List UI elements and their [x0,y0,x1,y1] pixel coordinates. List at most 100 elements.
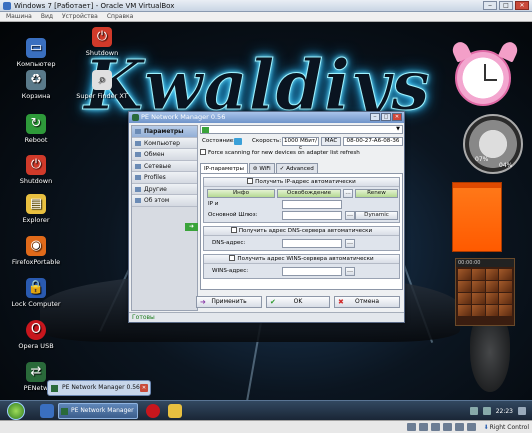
gateway-more-button[interactable]: … [345,211,355,220]
pe-network-manager-window: PE Network Manager 0.56 ‒ □ ✕ Параметры … [128,111,405,323]
desktop-icon-lock-computer[interactable]: 🔒 Lock Computer [0,278,72,308]
checkmark-icon: ✔ [270,298,276,306]
clock-hour-hand [484,64,486,80]
desktop-icon-shutdown[interactable]: ⏻ Shutdown [0,155,72,185]
explorer-taskbar-icon[interactable] [168,404,182,418]
dns-more-button[interactable]: … [345,239,355,248]
system-tray: 22:23 [469,401,526,421]
hdd-icon[interactable] [407,423,416,431]
wins-section: Получить адрес WINS-сервера автоматическ… [203,254,400,279]
speed-value: 1000 Мбит/с [282,137,319,151]
desktop-icon-opera[interactable]: O Opera USB [0,320,72,350]
auto-dns-label: Получить адрес DNS-сервера автоматически [238,228,373,234]
pe-close-button[interactable]: ✕ [392,113,402,121]
tray-volume-icon[interactable] [482,407,491,415]
menu-help[interactable]: Справка [107,12,133,21]
chevron-down-icon: ▼ [396,126,400,132]
menu-devices[interactable]: Устройства [62,12,98,21]
tray-network-icon[interactable] [469,407,478,415]
taskbar-item-pe-network[interactable]: PE Network Manager 0.56 [58,403,138,428]
sidebar-item-parameters[interactable]: Параметры [132,126,197,138]
shared-folder-icon[interactable] [443,423,452,431]
adapter-select[interactable]: ▼ [200,125,403,134]
cpu-meter-gadget[interactable]: 07% 04% [463,114,523,174]
show-desktop-button[interactable] [518,407,526,415]
sidebar-item-about[interactable]: Об этом [132,195,197,207]
recycle-bin-icon: ♻ [26,70,46,90]
cpu-value: 07% [475,156,489,163]
close-button[interactable]: ✕ [515,1,529,10]
desktop-icon-recycle-bin[interactable]: ♻ Корзина [0,70,72,100]
start-button[interactable] [7,402,25,420]
sidebar-item-other[interactable]: Другие [132,183,197,195]
maximize-button[interactable]: □ [499,1,513,10]
puzzle-gadget[interactable]: 00:00:00 [455,258,515,326]
network-status-icon[interactable] [455,423,464,431]
auto-dns-checkbox[interactable] [230,227,237,233]
minimize-button[interactable]: ‒ [483,1,497,10]
menu-view[interactable]: Вид [41,12,53,21]
vbox-window-title: Windows 7 [Работает] - Oracle VM Virtual… [14,2,175,10]
mac-label: MAC [321,137,341,146]
apply-button[interactable]: ➜ Применить [196,296,262,308]
release-button[interactable]: Освобождение [277,189,341,198]
cancel-button[interactable]: ✖ Отмена [334,296,400,308]
renew-button[interactable]: Renew [355,189,398,198]
computer-icon: ▭ [26,38,46,58]
opera-taskbar-icon[interactable] [146,404,160,418]
sidebar-item-exchange[interactable]: Обмен [132,149,197,161]
force-scan-label: Force scanning for new devices on adapte… [208,150,360,156]
tray-clock[interactable]: 22:23 [496,408,513,415]
force-scan-checkbox[interactable] [200,149,206,155]
tab-advanced[interactable]: ✓ Advanced [275,163,318,173]
clock-minute-hand [484,79,497,81]
mouse-integration-icon[interactable] [467,423,476,431]
dns-label: DNS-адрес: [212,240,246,246]
ip-section: Получить IP-адрес автоматически Инфо Осв… [203,177,400,223]
wins-input[interactable] [282,267,342,276]
notes-gadget[interactable] [452,182,502,252]
release-options-button[interactable]: … [343,189,353,198]
ip-address-input[interactable] [282,200,342,209]
taskbar-app-icon[interactable] [40,404,54,418]
dns-input[interactable] [282,239,342,248]
pe-statusbar: Готовы [129,312,404,322]
pe-maximize-button[interactable]: □ [381,113,391,121]
usb-icon[interactable] [431,423,440,431]
cancel-x-icon: ✖ [338,298,344,306]
pe-titlebar: PE Network Manager 0.56 ‒ □ ✕ [129,112,404,123]
auto-ip-checkbox[interactable] [247,178,254,184]
desktop-icon-computer[interactable]: ▭ Компьютер [0,38,72,68]
vbox-menubar: Машина Вид Устройства Справка [0,12,532,22]
arrow-right-icon[interactable]: ➜ [185,223,198,231]
dialog-buttons: ➜ Применить ✔ OK ✖ Отмена [196,296,403,308]
pe-minimize-button[interactable]: ‒ [370,113,380,121]
settings-tabs: IP-параметры ⊜ WiFi ✓ Advanced [200,163,319,173]
explorer-icon: ▤ [26,194,46,214]
ok-button[interactable]: ✔ OK [266,296,330,308]
auto-wins-checkbox[interactable] [229,255,236,261]
wins-more-button[interactable]: … [345,267,355,276]
search-icon: ⌕ [92,70,112,90]
info-button[interactable]: Инфо [207,189,275,198]
sidebar-item-profiles[interactable]: Profiles [132,172,197,184]
network-icon: ⇄ [26,362,46,382]
mac-value: 08-00-27-A6-08-36 [343,137,403,146]
sidebar-item-computer[interactable]: Компьютер [132,137,197,149]
optical-drive-icon[interactable] [419,423,428,431]
preview-close-button[interactable]: ✕ [140,384,148,392]
ram-value: 04% [499,162,513,169]
desktop-icon-explorer[interactable]: ▤ Explorer [0,194,72,224]
dynamic-button[interactable]: Dynamic [355,211,398,220]
desktop-icon-shutdown-2[interactable]: ⏻ Shutdown [66,27,138,57]
gateway-input[interactable] [282,211,342,220]
desktop-icon-reboot[interactable]: ↻ Reboot [0,114,72,144]
desktop-icon-firefox[interactable]: ◉ FirefoxPortable [0,236,72,266]
taskbar-preview[interactable]: PE Network Manager 0.56 ✕ [47,380,151,396]
clock-gadget[interactable] [455,50,511,106]
menu-machine[interactable]: Машина [6,12,32,21]
tab-wifi[interactable]: ⊜ WiFi [248,163,275,173]
desktop-icon-super-finder[interactable]: ⌕ Super Finder XT [66,70,138,100]
sidebar-item-network-drives[interactable]: Сетевые дисководы [132,160,197,181]
tab-ip-parameters[interactable]: IP-параметры [200,163,248,173]
